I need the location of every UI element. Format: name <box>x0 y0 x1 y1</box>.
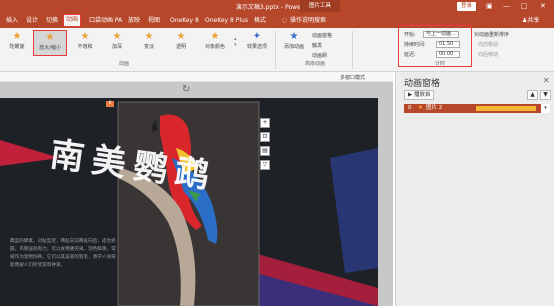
slide[interactable]: 南美鹦鹉 典型的攀禽，对趾型足，两趾向前两趾向后，适合抓握，鸟喙强劲有力，可以食… <box>0 98 378 306</box>
star-icon: ★ <box>210 31 220 42</box>
star-icon: ★ <box>12 31 22 42</box>
search-tell-me[interactable]: 操作说明搜索 <box>288 14 328 27</box>
item-name: 图片 2 <box>426 105 443 111</box>
move-later-button[interactable]: 向后移动 <box>478 51 498 58</box>
move-down-icon[interactable]: ▼ <box>540 90 551 100</box>
multi-window-toggle[interactable]: 多窗口模式 <box>340 74 365 81</box>
slide-body-text[interactable]: 典型的攀禽，对趾型足，两趾向前两趾向后，适合抓握，鸟喙强劲有力，可以食用硬壳果。… <box>10 238 118 270</box>
reorder-label: 对动画重新排序 <box>474 32 510 38</box>
group-advanced-label: 高级动画 <box>304 61 325 67</box>
tab-design[interactable]: 设计 <box>24 14 40 27</box>
tab-insert[interactable]: 插入 <box>4 14 20 27</box>
tab-animations[interactable]: 动画 <box>63 14 82 27</box>
layout-options-icon[interactable]: + <box>260 118 270 128</box>
timing-bar <box>476 106 536 111</box>
animation-pane-title: 动画窗格 <box>404 79 441 89</box>
style-icon[interactable]: ▤ <box>260 146 270 156</box>
picture-tools-label: 图片工具 <box>300 0 340 12</box>
group-animation-label: 动画 <box>118 61 129 67</box>
effect-options-icon: ✦ <box>252 31 262 42</box>
animation-painter-button[interactable]: 动画刷 <box>312 52 327 59</box>
animation-list-item[interactable]: 0 ★ 图片 2 ▾ <box>404 104 550 113</box>
star-icon: ★ <box>176 31 186 42</box>
anim-darken-button[interactable]: ★ 加深 <box>102 30 132 56</box>
ribbon: ★ 陀螺旋 ★ 放大/缩小 ★ 不饱和 ★ 加深 ★ 变淡 ★ 透明 ★ 对象颜色 ▴ ▾ ✦ 效… <box>0 25 554 72</box>
crop-icon[interactable]: ⊡ <box>260 132 270 142</box>
share-label: 共享 <box>527 17 540 24</box>
star-icon: ★ <box>45 32 55 43</box>
anim-desaturate-button[interactable]: ★ 不饱和 <box>70 30 100 56</box>
ribbon-display-icon[interactable]: ▣ <box>486 1 493 11</box>
star-plus-icon: ★ <box>289 31 299 42</box>
anim-spin-button[interactable]: ★ 陀螺旋 <box>2 30 32 56</box>
move-earlier-button[interactable]: 向前移动 <box>478 41 498 48</box>
minimize-button[interactable]: — <box>503 1 510 11</box>
close-icon[interactable]: ✕ <box>543 76 550 85</box>
star-icon: ★ <box>80 31 90 42</box>
tab-format[interactable]: 格式 <box>252 14 268 27</box>
anim-lighten-button[interactable]: ★ 变淡 <box>134 30 164 56</box>
blue-shape <box>330 148 378 273</box>
star-icon: ★ <box>144 31 154 42</box>
login-button[interactable]: 登录 <box>457 1 477 11</box>
star-icon: ★ <box>418 105 423 111</box>
tab-onekey8-plus[interactable]: OneKey 8 Plus <box>203 14 250 27</box>
divider <box>352 31 353 69</box>
gallery-scroll-icon[interactable]: ▴ ▾ <box>234 36 237 48</box>
tab-transitions[interactable]: 切换 <box>44 14 60 27</box>
divider <box>275 31 276 69</box>
maximize-button[interactable]: □ <box>521 1 528 11</box>
close-button[interactable]: ✕ <box>540 1 546 11</box>
item-number: 0 <box>408 105 412 111</box>
star-icon: ★ <box>112 31 122 42</box>
animation-pane-button[interactable]: 动画窗格 <box>312 32 332 39</box>
share-button[interactable]: ♟共享 <box>520 14 541 27</box>
tab-view[interactable]: 视图 <box>146 14 162 27</box>
animation-tag[interactable]: 0 <box>106 101 114 107</box>
trigger-button[interactable]: 触发 <box>312 42 322 49</box>
filter-icon[interactable]: ▽ <box>260 160 270 170</box>
tab-slideshow[interactable]: 放映 <box>126 14 142 27</box>
effect-options-button[interactable]: ✦ 效果选项 <box>242 30 272 56</box>
anim-grow-shrink-button[interactable]: ★ 放大/缩小 <box>33 30 67 56</box>
timing-highlight <box>398 25 472 67</box>
quick-toolbar: 多窗口模式 <box>0 72 393 82</box>
animation-pane: 动画窗格 ✕ ▶ 播放自 ▲ ▼ 0 ★ 图片 2 ▾ <box>395 72 554 306</box>
move-up-icon[interactable]: ▲ <box>527 90 538 100</box>
rotate-handle-icon[interactable]: ↻ <box>182 84 190 95</box>
title-bar: 演示文稿3.pptx - PowerPoint 图片工具 登录 ▣ — □ ✕ <box>0 0 554 12</box>
play-from-button[interactable]: ▶ 播放自 <box>404 90 435 100</box>
tab-pocket-animation[interactable]: 口袋动画 PA <box>87 14 124 27</box>
anim-transparency-button[interactable]: ★ 透明 <box>166 30 196 56</box>
add-animation-button[interactable]: ★ 添加动画 <box>279 30 309 56</box>
anim-object-color-button[interactable]: ★ 对象颜色 <box>198 30 232 56</box>
tab-onekey8[interactable]: OneKey 8 <box>168 14 201 27</box>
chevron-down-icon[interactable]: ▾ <box>541 104 550 113</box>
